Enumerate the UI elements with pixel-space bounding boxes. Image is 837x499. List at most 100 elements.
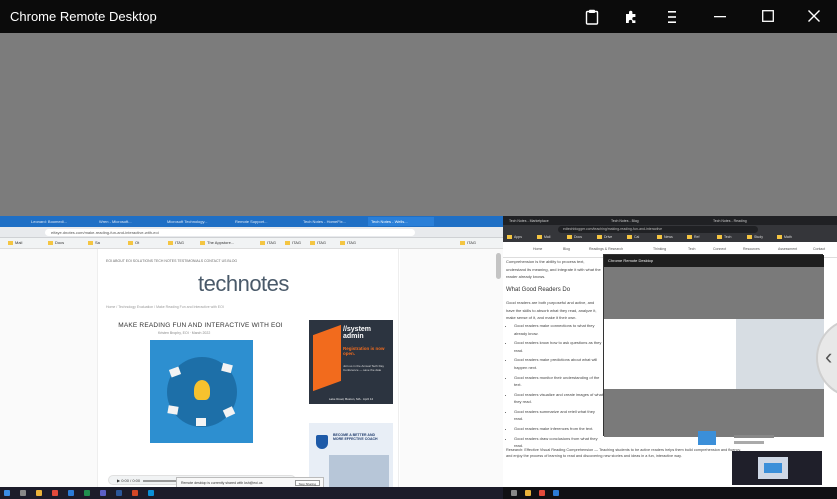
list-item: Good readers visualize and create images… [514, 391, 603, 406]
chrome-icon[interactable] [539, 490, 545, 496]
bookmark[interactable]: ITAG [260, 240, 276, 245]
bookmark[interactable]: Mail [8, 240, 22, 245]
teams-icon[interactable] [100, 490, 106, 496]
nav-item[interactable]: Home [533, 247, 542, 251]
bookmark[interactable]: ITAG [460, 240, 476, 245]
edge-icon[interactable] [148, 490, 154, 496]
nav-item[interactable]: Thinking [653, 247, 666, 251]
bookmark[interactable]: ITAG [285, 240, 301, 245]
minimize-button[interactable] [707, 4, 733, 28]
bookmark[interactable]: Study [747, 235, 763, 239]
window-title: Chrome Remote Desktop [10, 9, 157, 24]
nav-item[interactable]: Connect [713, 247, 726, 251]
stop-sharing-button[interactable]: Stop Sharing [294, 480, 320, 486]
ad-details: Join us in the Annual Tech Day Conferenc… [343, 364, 384, 372]
extension-icon[interactable] [620, 6, 642, 28]
bookmarks-bar: Apps Mail Docs Drive Cal News Ref Tech S… [503, 234, 837, 242]
search-icon[interactable] [511, 490, 517, 496]
bookmark[interactable]: The Appstore... [200, 240, 234, 245]
bookmark[interactable]: Drive [597, 235, 612, 239]
breadcrumb[interactable]: Home / Technology Evaluation / Make Read… [106, 305, 224, 309]
search-icon[interactable] [20, 490, 26, 496]
nested-gray-area [604, 267, 824, 319]
nav-item[interactable]: Readings & Research [589, 247, 623, 251]
list-item: Good readers make inferences from the te… [514, 425, 603, 433]
file-explorer-icon[interactable] [36, 490, 42, 496]
left-monitor[interactable]: Leonard: Boomedi... Wren - Microsoft... … [0, 216, 503, 499]
maximize-button[interactable] [755, 4, 781, 28]
article-intro: Comprehension is the ability to process … [506, 259, 601, 280]
url-field[interactable]: edtechblogger.com/teaching/making-readin… [558, 226, 758, 233]
bookmark[interactable]: Docs [567, 235, 582, 239]
browser-tab[interactable]: Tech Notes - Marketplace [507, 217, 607, 225]
shield-icon [316, 435, 328, 449]
ad-line2: admin [343, 333, 364, 341]
browser-tab[interactable]: Microsoft Technology... [164, 217, 226, 226]
outlook-icon[interactable] [68, 490, 74, 496]
nav-item[interactable]: Tech [688, 247, 695, 251]
bookmark[interactable]: Mail [537, 235, 550, 239]
menu-icon[interactable] [661, 6, 683, 28]
word-icon[interactable] [116, 490, 122, 496]
browser-tab-strip: Tech Notes - Marketplace Tech Notes - Bl… [503, 216, 837, 225]
chrome-icon[interactable] [52, 490, 58, 496]
article-title: MAKE READING FUN AND INTERACTIVE WITH EO… [118, 322, 283, 329]
play-icon[interactable]: ▶ [117, 478, 120, 483]
browser-tab[interactable]: Tech Notes - HomeFix... [300, 217, 362, 226]
bullet-list: Good readers make connections to what th… [506, 322, 603, 450]
section-heading: What Good Readers Do [506, 286, 571, 293]
bookmark[interactable]: ITAG [168, 240, 184, 245]
sharing-notification-text: Remote desktop is currently shared with … [181, 481, 263, 485]
list-item: Good readers make connections to what th… [514, 322, 603, 337]
webpage-content[interactable]: EOI ABOUT EOI SOLUTIONS TECH NOTES TESTI… [0, 249, 503, 487]
browser-tab-active[interactable]: Tech Notes - Wells... [368, 217, 434, 226]
bookmark[interactable]: News [657, 235, 673, 239]
page-margin-left [0, 249, 97, 487]
bookmark[interactable]: Tech [717, 235, 731, 239]
start-icon[interactable] [4, 490, 10, 496]
excel-icon[interactable] [84, 490, 90, 496]
bookmark[interactable]: Ref [687, 235, 699, 239]
site-logo[interactable]: technotes [198, 271, 289, 297]
powerpoint-icon[interactable] [132, 490, 138, 496]
article-hero-image [150, 340, 253, 443]
bookmark[interactable]: Apps [507, 235, 522, 239]
url-field[interactable]: eifaye.dnotes.com/make-reading-fun-and-i… [45, 229, 415, 236]
browser-tab-strip: Leonard: Boomedi... Wren - Microsoft... … [0, 216, 503, 227]
browser-tab[interactable]: Tech Notes - Reading [711, 217, 791, 225]
bookmark[interactable]: Sa [88, 240, 100, 245]
site-nav[interactable]: EOI ABOUT EOI SOLUTIONS TECH NOTES TESTI… [106, 259, 396, 267]
bookmark[interactable]: Ot [128, 240, 139, 245]
browser-tab[interactable]: Remote Support... [232, 217, 294, 226]
clipboard-icon[interactable] [581, 6, 603, 28]
nav-item[interactable]: Resources [743, 247, 760, 251]
browser-tab[interactable]: Leonard: Boomedi... [28, 217, 90, 226]
nested-left-screen [604, 319, 736, 389]
nested-window-title: Chrome Remote Desktop [604, 255, 824, 267]
address-bar: edtechblogger.com/teaching/making-readin… [503, 225, 837, 234]
bookmark[interactable]: Cal [627, 235, 639, 239]
remote-desktop-empty-area[interactable] [0, 33, 837, 216]
taskbar [0, 487, 503, 499]
file-explorer-icon[interactable] [525, 490, 531, 496]
nav-item[interactable]: Assessment [778, 247, 797, 251]
scrollbar-thumb[interactable] [496, 253, 501, 279]
browser-tab[interactable]: Tech Notes - Blog [609, 217, 709, 225]
bookmark[interactable]: Math [777, 235, 792, 239]
page-margin-right [400, 249, 503, 487]
nav-item[interactable]: Blog [563, 247, 570, 251]
close-button[interactable] [801, 4, 827, 28]
bookmark[interactable]: ITAG [340, 240, 356, 245]
advertisement-sysadmin[interactable]: //system admin Registration is now open. … [309, 320, 393, 404]
browser-tab[interactable]: Wren - Microsoft... [96, 217, 158, 226]
list-item: Good readers summarize and retell what t… [514, 408, 603, 423]
right-monitor[interactable]: Tech Notes - Marketplace Tech Notes - Bl… [503, 216, 837, 499]
nested-remote-session-window[interactable]: Chrome Remote Desktop [603, 254, 824, 437]
bookmark[interactable]: ITAG [310, 240, 326, 245]
bookmark[interactable]: Docs [48, 240, 64, 245]
outlook-icon[interactable] [553, 490, 559, 496]
nav-item[interactable]: Contact [813, 247, 825, 251]
remote-desktop-view[interactable]: Leonard: Boomedi... Wren - Microsoft... … [0, 216, 837, 499]
bookmarks-bar: Mail Docs Sa Ot ITAG The Appstore... ITA… [0, 238, 503, 249]
list-item: Good readers monitor their understanding… [514, 374, 603, 389]
